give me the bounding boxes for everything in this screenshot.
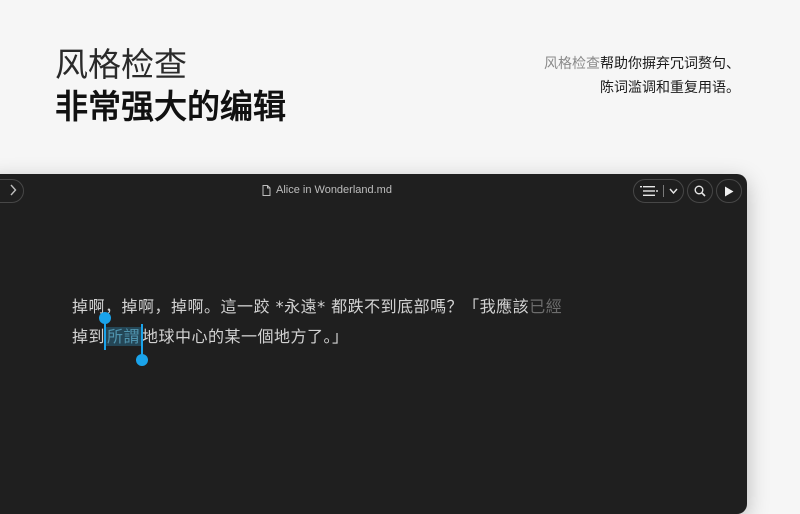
hero-title-line2: 非常强大的编辑	[55, 87, 286, 126]
search-icon	[694, 185, 706, 197]
document-icon	[262, 184, 271, 196]
selected-text: 所謂	[105, 327, 143, 346]
editor-line-1: 掉啊，掉啊，掉啊。這一跤 *永遠* 都跌不到底部嗎？「我應該已經	[72, 292, 632, 322]
hero-description: 风格检查帮助你摒弃冗词赘句、 陈词滥调和重复用语。	[544, 52, 740, 100]
selection-end-caret	[141, 324, 144, 358]
separator	[662, 185, 664, 197]
document-title: Alice in Wonderland.md	[262, 184, 392, 196]
list-icon	[639, 186, 658, 196]
editor-line-2-post: 地球中心的某一個地方了。」	[142, 327, 349, 346]
hero-title: 风格检查 非常强大的编辑	[55, 44, 286, 128]
search-button[interactable]	[687, 179, 713, 203]
play-icon	[725, 186, 734, 196]
forward-button[interactable]	[9, 184, 17, 199]
editor-line-2-pre: 掉到	[72, 327, 106, 346]
text-selection[interactable]: 所謂	[99, 312, 149, 366]
document-title-text: Alice in Wonderland.md	[276, 184, 392, 196]
app-window: Alice in Wonderland.md 掉啊，掉啊，掉啊。這一跤 *永遠*…	[0, 174, 747, 514]
hero-desc-line2: 陈词滥调和重复用语。	[600, 80, 740, 96]
chevron-right-icon	[10, 184, 17, 195]
hero-title-line1: 风格检查	[55, 45, 187, 84]
navigation-group	[0, 179, 24, 203]
outline-button[interactable]	[633, 179, 684, 203]
play-button[interactable]	[716, 179, 742, 203]
editor-line-2: 掉到 所謂 地球中心的某一個地方了。」	[72, 312, 632, 366]
editor-line-1-text: 掉啊，掉啊，掉啊。這一跤 *永遠* 都跌不到底部嗎？「我應該	[72, 297, 530, 316]
titlebar: Alice in Wonderland.md	[0, 174, 747, 208]
selection-end-handle[interactable]	[136, 354, 149, 366]
hero-desc-highlight: 风格检查	[544, 56, 600, 72]
style-check-flag: 已經	[529, 297, 563, 316]
chevron-down-icon[interactable]	[668, 188, 678, 194]
selection-start-handle[interactable]	[99, 312, 112, 324]
editor-text-area[interactable]: 掉啊，掉啊，掉啊。這一跤 *永遠* 都跌不到底部嗎？「我應該已經 掉到 所謂 地球中…	[72, 292, 632, 366]
hero-desc-line1: 帮助你摒弃冗词赘句、	[600, 56, 740, 72]
